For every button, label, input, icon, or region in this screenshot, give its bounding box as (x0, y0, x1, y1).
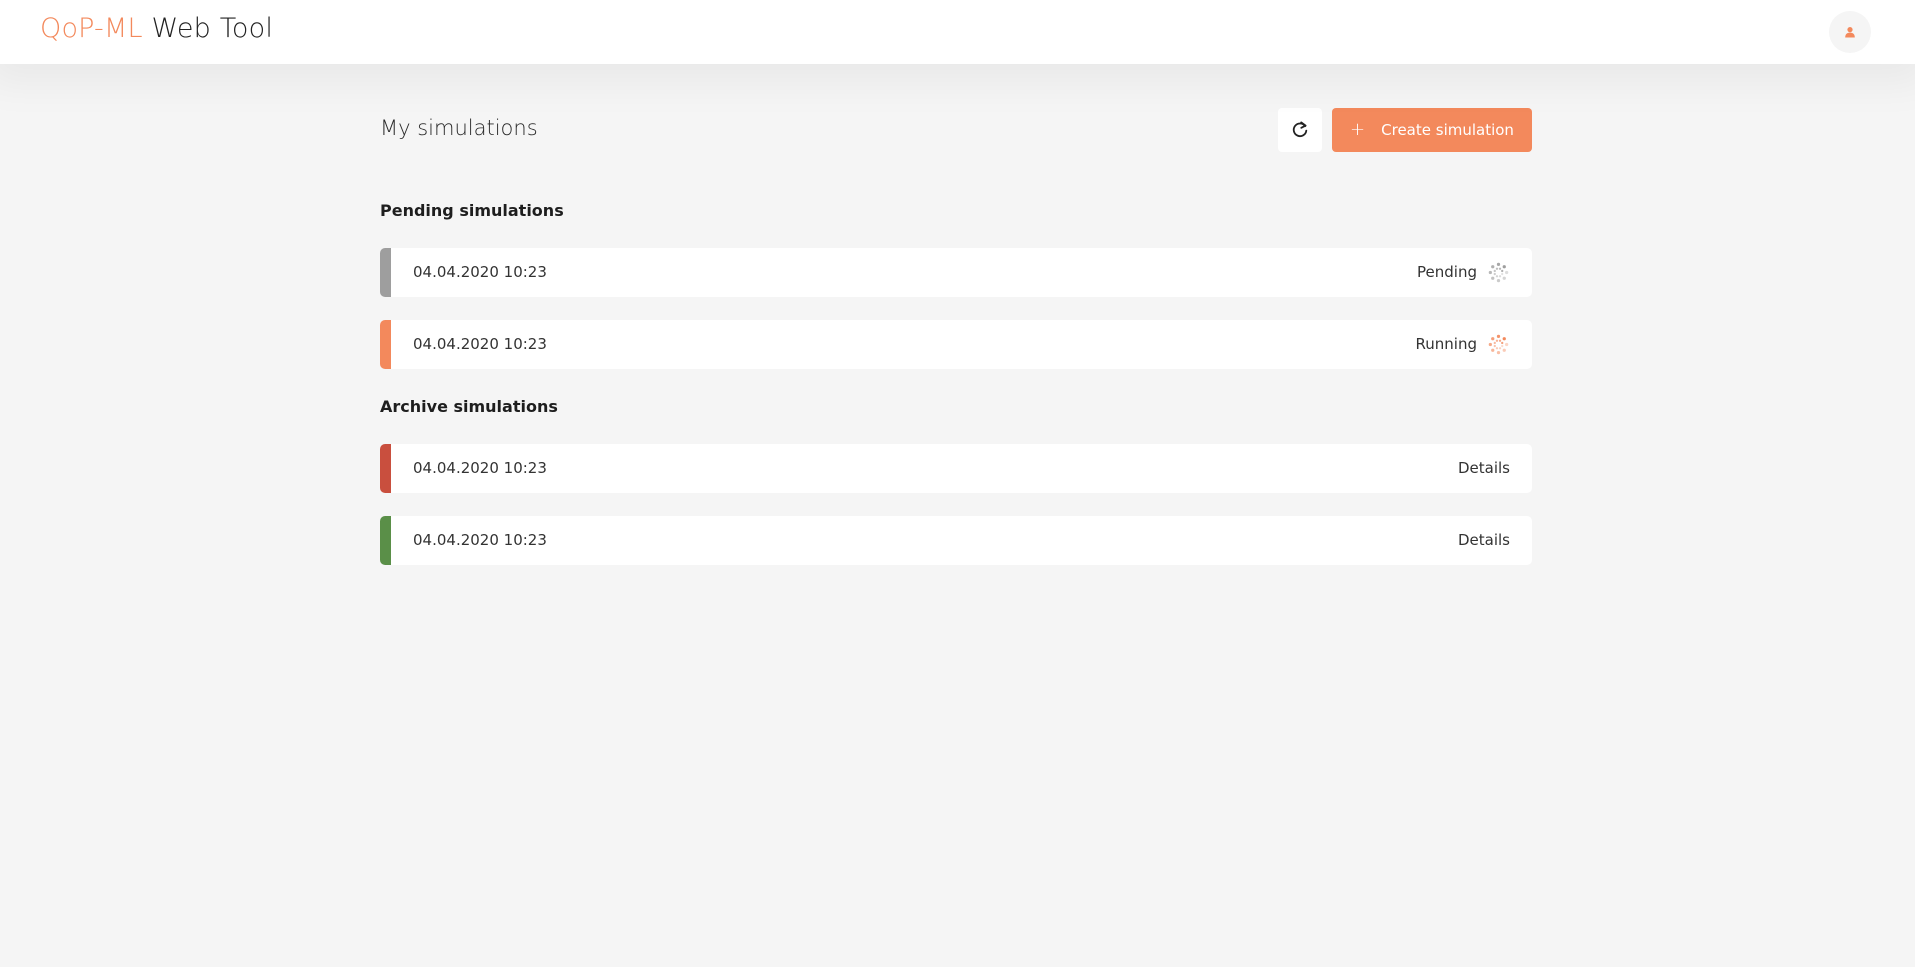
simulation-date: 04.04.2020 10:23 (413, 335, 547, 353)
app-logo[interactable]: QoP-ML Web Tool (40, 13, 273, 44)
status-color-bar (380, 248, 391, 297)
spinner-icon (1488, 334, 1509, 355)
archive-section-title: Archive simulations (380, 397, 558, 416)
simulation-date: 04.04.2020 10:23 (413, 459, 547, 477)
archive-simulation-row[interactable]: 04.04.2020 10:23 Details (380, 444, 1532, 493)
details-link[interactable]: Details (1458, 444, 1510, 493)
create-simulation-label: Create simulation (1381, 121, 1514, 139)
refresh-button[interactable] (1278, 108, 1322, 152)
archive-simulation-row[interactable]: 04.04.2020 10:23 Details (380, 516, 1532, 565)
simulation-status: Running (1415, 335, 1477, 353)
status-color-bar (380, 320, 391, 369)
status-color-bar (380, 444, 391, 493)
brand-rest: Web Tool (151, 13, 274, 44)
pending-simulation-row[interactable]: 04.04.2020 10:23 Pending (380, 248, 1532, 297)
page-title: My simulations (380, 116, 538, 140)
details-link[interactable]: Details (1458, 516, 1510, 565)
simulation-date: 04.04.2020 10:23 (413, 263, 547, 281)
create-simulation-button[interactable]: + Create simulation (1332, 108, 1532, 152)
user-icon (1845, 27, 1855, 38)
spinner-icon (1488, 262, 1509, 283)
top-bar: QoP-ML Web Tool (0, 0, 1915, 64)
refresh-icon (1292, 121, 1308, 137)
simulation-status: Pending (1417, 263, 1477, 281)
running-simulation-row[interactable]: 04.04.2020 10:23 Running (380, 320, 1532, 369)
status-color-bar (380, 516, 391, 565)
brand-accent: QoP-ML (40, 13, 143, 44)
simulation-date: 04.04.2020 10:23 (413, 531, 547, 549)
plus-icon: + (1350, 119, 1366, 140)
user-avatar-button[interactable] (1829, 11, 1871, 53)
pending-section-title: Pending simulations (380, 201, 564, 220)
